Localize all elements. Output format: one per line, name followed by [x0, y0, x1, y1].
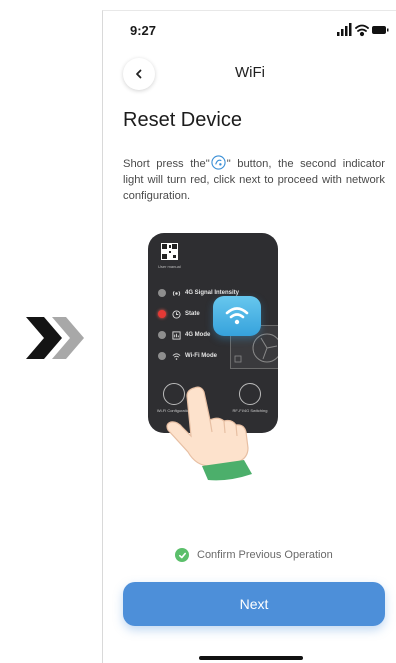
indicator-row: Wi-Fi Mode: [158, 351, 217, 361]
page-title: Reset Device: [123, 109, 242, 131]
system-icons: [337, 23, 389, 37]
nav-title: WiFi: [235, 64, 265, 81]
4g-mode-icon: [172, 330, 181, 340]
wifi-mode-icon: [172, 352, 181, 360]
signal-icon: [337, 23, 352, 36]
status-time: 9:27: [130, 23, 157, 38]
wifi-badge-icon: [225, 307, 249, 325]
confirm-previous-operation[interactable]: Confirm Previous Operation: [175, 548, 333, 562]
check-icon: [175, 548, 189, 562]
next-button[interactable]: Next: [123, 582, 385, 626]
pointing-hand-icon: [166, 386, 252, 481]
instruction-text: Short press the" " button, the second ind…: [123, 155, 385, 204]
indicator-label: Wi-Fi Mode: [185, 353, 217, 359]
indicator-row: 4G Mode: [158, 330, 210, 340]
indicator-led: [158, 310, 166, 318]
signal-intensity-icon: [172, 290, 181, 296]
manual-label: User manual: [158, 264, 181, 269]
instruction-before: Short press the": [123, 158, 210, 170]
phone-screen: 9:27 WiFi Reset Device Short press the" …: [102, 10, 396, 663]
double-chevron-right-icon: [26, 317, 84, 359]
indicator-label: State: [185, 311, 200, 317]
status-bar: 9:27: [103, 11, 396, 51]
indicator-led: [158, 352, 166, 360]
state-clock-icon: [172, 309, 181, 319]
indicator-led: [158, 289, 166, 297]
wifi-icon: [355, 24, 369, 37]
indicator-row: State: [158, 309, 200, 319]
wifi-badge: [213, 296, 261, 336]
indicator-label: 4G Mode: [185, 332, 211, 338]
home-indicator: [199, 656, 303, 660]
confirm-label: Confirm Previous Operation: [197, 549, 333, 561]
indicator-led: [158, 331, 166, 339]
battery-icon: [372, 26, 389, 34]
qr-code-icon: [161, 243, 178, 260]
reset-button-icon: [211, 155, 226, 170]
